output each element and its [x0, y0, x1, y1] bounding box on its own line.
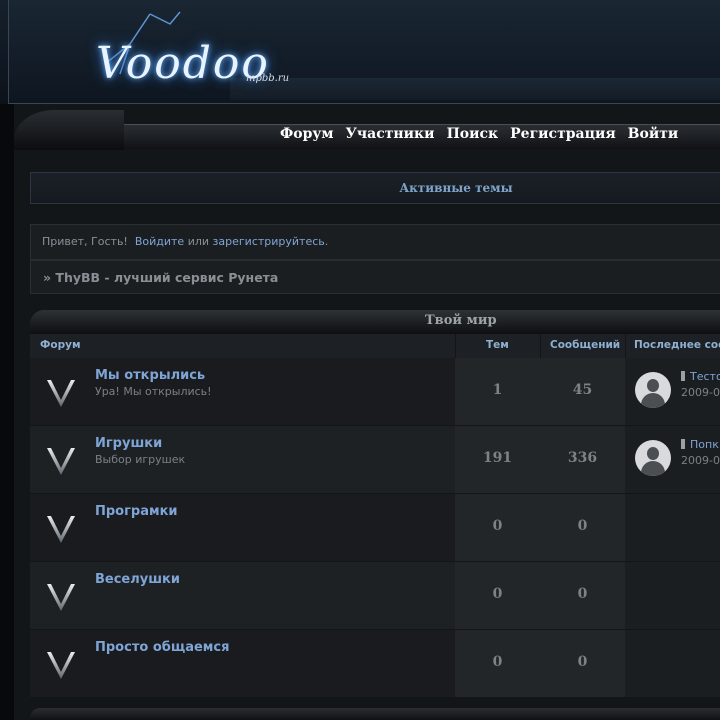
category-header [30, 310, 720, 334]
site-logo[interactable]: Voodoo [96, 38, 270, 89]
announcement-text: » ThyBB - лучший сервис Рунета [43, 270, 279, 285]
posts-count: 0 [577, 518, 588, 534]
greeting-prefix: Привет, Гость! [42, 235, 128, 248]
site-header: Voodoo mpbb.ru [0, 0, 720, 104]
login-link[interactable]: Войдите [135, 235, 184, 248]
v-forum-icon [47, 652, 75, 679]
topics-count: 191 [482, 450, 513, 466]
nav-login[interactable]: Войти [628, 126, 679, 142]
topics-cell: 1 [455, 358, 540, 425]
topic-pin-icon [681, 371, 685, 381]
last-post-date: 2009-0 [681, 454, 720, 467]
register-link[interactable]: зарегистрируйтесь [213, 235, 325, 248]
forum-name-link[interactable]: Игрушки [95, 436, 162, 451]
forum-name-link[interactable]: Програмки [95, 504, 178, 519]
col-topics-label: Тем [486, 339, 509, 351]
posts-count: 0 [577, 586, 588, 602]
col-last-header: Последнее соо [626, 334, 720, 358]
v-forum-icon [47, 380, 75, 407]
greeting-box: Привет, Гость! Войдите или зарегистрируй… [30, 224, 720, 260]
nav-register[interactable]: Регистрация [510, 126, 616, 142]
nav-search[interactable]: Поиск [447, 126, 499, 142]
col-forum-header: Форум [30, 334, 455, 358]
last-post-cell [625, 630, 720, 697]
forum-cell: Програмки [30, 494, 455, 561]
topics-count: 0 [492, 654, 503, 670]
posts-count: 336 [567, 450, 598, 466]
next-category-header [30, 708, 720, 720]
user-avatar-icon[interactable] [635, 372, 671, 408]
forum-cell: Веселушки [30, 562, 455, 629]
posts-cell: 45 [540, 358, 625, 425]
category-title[interactable]: Твой мир [425, 313, 497, 328]
topics-count: 0 [492, 518, 503, 534]
nav-bar-curve [14, 110, 124, 150]
v-forum-icon [47, 448, 75, 475]
col-last-label: Последнее соо [634, 339, 720, 351]
posts-cell: 0 [540, 494, 625, 561]
greeting-or: или [187, 235, 210, 248]
forum-name-link[interactable]: Мы открылись [95, 368, 205, 383]
greeting-suffix: . [324, 235, 329, 248]
v-forum-icon [47, 584, 75, 611]
posts-cell: 336 [540, 426, 625, 493]
last-post-link[interactable]: Тесто [681, 370, 720, 383]
last-post-link[interactable]: Попк [681, 438, 719, 451]
forum-cell: Просто общаемся [30, 630, 455, 697]
topics-cell: 191 [455, 426, 540, 493]
greeting-text: Привет, Гость! Войдите или зарегистрируй… [42, 235, 328, 248]
forum-name-link[interactable]: Просто общаемся [95, 640, 229, 655]
col-posts-header: Сообщений [541, 334, 625, 358]
col-posts-label: Сообщений [550, 339, 621, 351]
v-forum-icon [47, 516, 75, 543]
last-post-date: 2009-0 [681, 386, 720, 399]
topic-pin-icon [681, 439, 685, 449]
col-topics-header: Тем [456, 334, 540, 358]
main-nav: Форум Участники Поиск Регистрация Войти [280, 126, 678, 142]
forum-row: Програмки 0 0 [30, 494, 720, 561]
col-forum-label: Форум [40, 339, 81, 351]
forum-row: Игрушки Выбор игрушек 191 336 Попк 2009-0 [30, 426, 720, 493]
user-avatar-icon[interactable] [635, 440, 671, 476]
forum-name-link[interactable]: Веселушки [95, 572, 180, 587]
active-topics-bar: Активные темы [30, 172, 720, 204]
active-topics-link[interactable]: Активные темы [31, 181, 720, 195]
nav-members[interactable]: Участники [346, 126, 435, 142]
left-border [0, 104, 14, 720]
posts-cell: 0 [540, 562, 625, 629]
last-post-cell: Тесто 2009-0 [625, 358, 720, 425]
announcement-box: » ThyBB - лучший сервис Рунета [30, 260, 720, 294]
forum-cell: Мы открылись Ура! Мы открылись! [30, 358, 455, 425]
posts-count: 45 [572, 382, 593, 398]
last-post-cell [625, 494, 720, 561]
nav-forum[interactable]: Форум [280, 126, 334, 142]
topics-cell: 0 [455, 494, 540, 561]
site-domain: mpbb.ru [246, 73, 290, 84]
topics-count: 1 [492, 382, 503, 398]
last-post-cell: Попк 2009-0 [625, 426, 720, 493]
forum-description: Выбор игрушек [95, 453, 186, 466]
forum-row: Мы открылись Ура! Мы открылись! 1 45 Тесто 20… [30, 358, 720, 425]
posts-cell: 0 [540, 630, 625, 697]
forum-row: Веселушки 0 0 [30, 562, 720, 629]
last-post-cell [625, 562, 720, 629]
posts-count: 0 [577, 654, 588, 670]
header-band [230, 78, 720, 100]
forum-cell: Игрушки Выбор игрушек [30, 426, 455, 493]
topics-cell: 0 [455, 630, 540, 697]
topics-cell: 0 [455, 562, 540, 629]
forum-row: Просто общаемся 0 0 [30, 630, 720, 697]
forum-description: Ура! Мы открылись! [95, 385, 212, 398]
topics-count: 0 [492, 586, 503, 602]
